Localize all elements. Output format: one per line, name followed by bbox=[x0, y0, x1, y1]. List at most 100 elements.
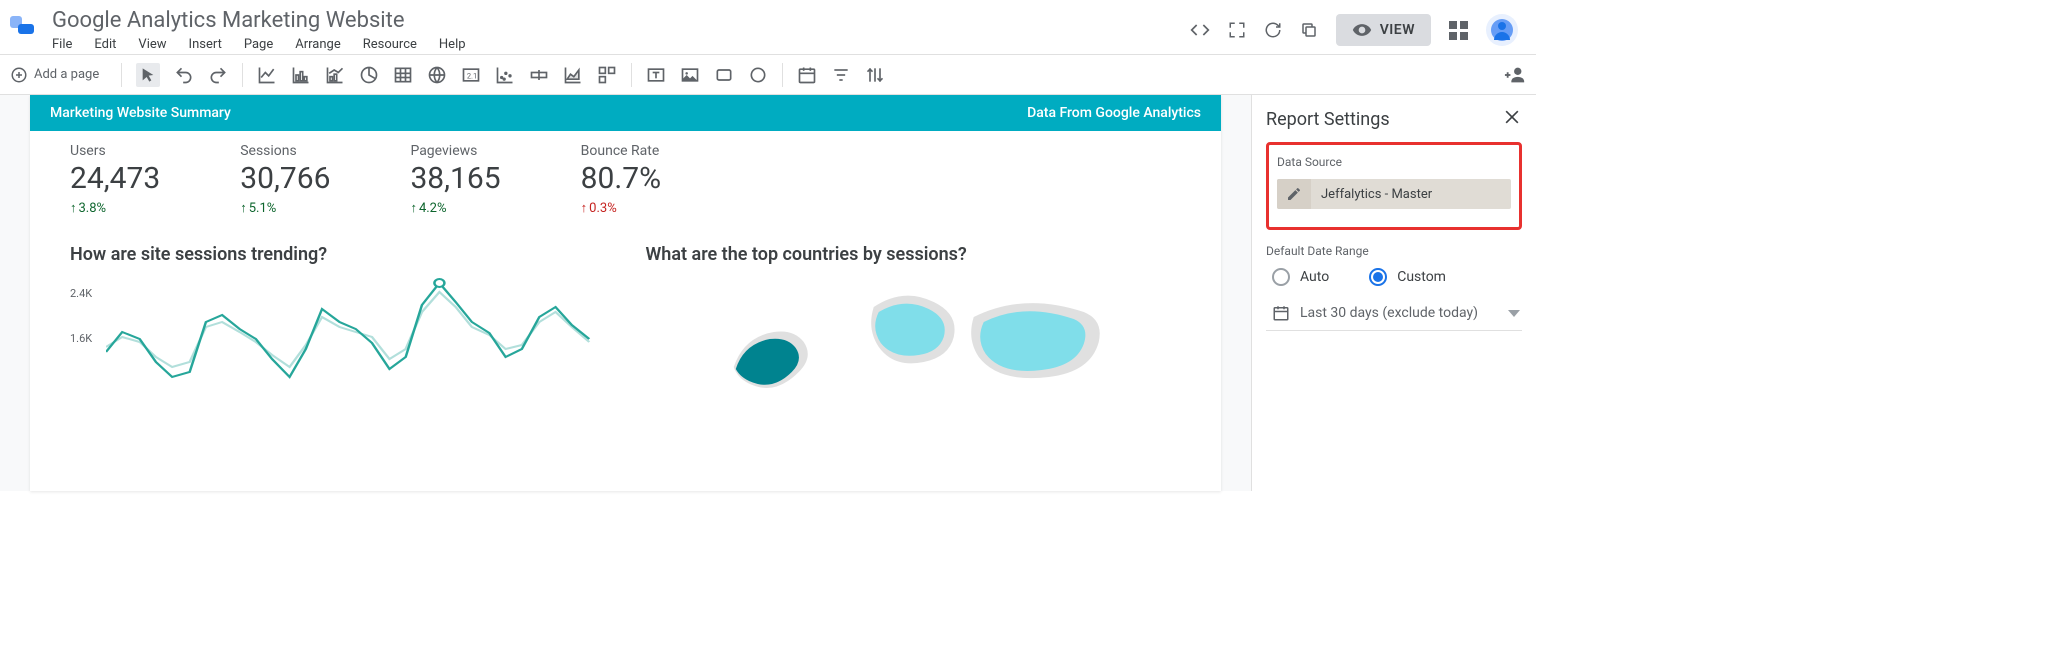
geo-chart-icon[interactable] bbox=[427, 65, 447, 85]
pivot-table-icon[interactable] bbox=[597, 65, 617, 85]
date-range-label: Default Date Range bbox=[1266, 244, 1522, 258]
radio-label: Auto bbox=[1300, 269, 1329, 285]
date-range-icon[interactable] bbox=[797, 65, 817, 85]
section-countries: What are the top countries by sessions? bbox=[646, 244, 1182, 427]
scorecard-icon[interactable]: 2.1 bbox=[461, 65, 481, 85]
scorecard-delta: 4.2% bbox=[410, 200, 500, 216]
date-range-radios: Auto Custom bbox=[1266, 268, 1522, 286]
combo-chart-icon[interactable] bbox=[325, 65, 345, 85]
bar-chart-icon[interactable] bbox=[291, 65, 311, 85]
title-block: Google Analytics Marketing Website File … bbox=[48, 6, 466, 58]
scorecard-sessions[interactable]: Sessions 30,766 5.1% bbox=[240, 143, 330, 216]
area-chart-icon[interactable] bbox=[563, 65, 583, 85]
image-icon[interactable] bbox=[680, 65, 700, 85]
section-title: What are the top countries by sessions? bbox=[646, 244, 1182, 265]
scorecard-row: Users 24,473 3.8% Sessions 30,766 5.1% P… bbox=[30, 131, 1221, 224]
document-title[interactable]: Google Analytics Marketing Website bbox=[48, 6, 466, 35]
menu-arrange[interactable]: Arrange bbox=[295, 37, 340, 52]
data-source-box: Data Source Jeffalytics - Master bbox=[1266, 142, 1522, 230]
menu-page[interactable]: Page bbox=[244, 37, 273, 52]
view-button[interactable]: VIEW bbox=[1336, 14, 1431, 46]
toolbar: Add a page 2.1 bbox=[0, 55, 1536, 95]
report-page: Marketing Website Summary Data From Goog… bbox=[30, 95, 1221, 491]
menu-help[interactable]: Help bbox=[439, 37, 466, 52]
data-source-label: Data Source bbox=[1277, 155, 1511, 169]
radio-auto[interactable]: Auto bbox=[1272, 268, 1329, 286]
map-svg bbox=[646, 277, 1182, 427]
banner-right: Data From Google Analytics bbox=[1027, 105, 1201, 121]
data-control-icon[interactable] bbox=[865, 65, 885, 85]
toolbar-separator bbox=[631, 63, 632, 87]
y-tick: 1.6K bbox=[70, 332, 92, 345]
undo-icon[interactable] bbox=[174, 65, 194, 85]
workspace: Marketing Website Summary Data From Goog… bbox=[0, 95, 1536, 491]
radio-label: Custom bbox=[1397, 269, 1446, 285]
menu-view[interactable]: View bbox=[138, 37, 166, 52]
radio-custom[interactable]: Custom bbox=[1369, 268, 1446, 286]
chevron-down-icon bbox=[1508, 310, 1520, 317]
toolbar-separator bbox=[242, 63, 243, 87]
pie-chart-icon[interactable] bbox=[359, 65, 379, 85]
table-chart-icon[interactable] bbox=[393, 65, 413, 85]
arrow-up-icon bbox=[410, 200, 417, 216]
geo-map[interactable] bbox=[646, 277, 1182, 427]
select-tool-icon[interactable] bbox=[136, 63, 160, 87]
radio-icon bbox=[1272, 268, 1290, 286]
scorecard-value: 38,165 bbox=[410, 161, 500, 196]
scorecard-label: Bounce Rate bbox=[581, 143, 661, 159]
bullet-chart-icon[interactable] bbox=[529, 65, 549, 85]
redo-icon[interactable] bbox=[208, 65, 228, 85]
add-page-label: Add a page bbox=[34, 67, 99, 82]
scorecard-users[interactable]: Users 24,473 3.8% bbox=[70, 143, 160, 216]
add-page-button[interactable]: Add a page bbox=[10, 66, 107, 84]
line-chart[interactable]: 2.4K 1.6K bbox=[70, 277, 606, 407]
fullscreen-icon[interactable] bbox=[1228, 21, 1246, 39]
data-source-select[interactable]: Jeffalytics - Master bbox=[1277, 179, 1511, 209]
embed-icon[interactable] bbox=[1190, 20, 1210, 40]
report-banner: Marketing Website Summary Data From Goog… bbox=[30, 95, 1221, 131]
scorecard-value: 30,766 bbox=[240, 161, 330, 196]
calendar-icon bbox=[1272, 304, 1290, 322]
report-sections: How are site sessions trending? 2.4K 1.6… bbox=[30, 224, 1221, 427]
eye-icon bbox=[1352, 20, 1372, 40]
filter-control-icon[interactable] bbox=[831, 65, 851, 85]
plus-circle-icon bbox=[10, 66, 28, 84]
menu-insert[interactable]: Insert bbox=[189, 37, 222, 52]
menu-edit[interactable]: Edit bbox=[94, 37, 116, 52]
svg-text:2.1: 2.1 bbox=[467, 71, 477, 80]
text-box-icon[interactable] bbox=[646, 65, 666, 85]
y-tick: 2.4K bbox=[70, 287, 92, 300]
menu-file[interactable]: File bbox=[52, 37, 72, 52]
add-people-icon[interactable] bbox=[1504, 64, 1526, 86]
scorecard-value: 80.7% bbox=[581, 161, 661, 196]
scorecard-pageviews[interactable]: Pageviews 38,165 4.2% bbox=[410, 143, 500, 216]
copy-icon[interactable] bbox=[1300, 21, 1318, 39]
apps-icon[interactable] bbox=[1449, 21, 1468, 40]
circle-icon[interactable] bbox=[748, 65, 768, 85]
edit-icon[interactable] bbox=[1277, 179, 1311, 209]
scorecard-bounce-rate[interactable]: Bounce Rate 80.7% 0.3% bbox=[581, 143, 661, 216]
scorecard-value: 24,473 bbox=[70, 161, 160, 196]
date-range-value: Last 30 days (exclude today) bbox=[1300, 305, 1478, 321]
line-chart-icon[interactable] bbox=[257, 65, 277, 85]
canvas[interactable]: Marketing Website Summary Data From Goog… bbox=[0, 95, 1251, 491]
account-avatar[interactable] bbox=[1486, 14, 1518, 46]
refresh-icon[interactable] bbox=[1264, 21, 1282, 39]
arrow-up-icon bbox=[240, 200, 247, 216]
scorecard-label: Users bbox=[70, 143, 160, 159]
date-range-select[interactable]: Last 30 days (exclude today) bbox=[1266, 300, 1522, 331]
arrow-up-icon bbox=[70, 200, 77, 216]
app-header: Google Analytics Marketing Website File … bbox=[0, 0, 1536, 55]
app-logo bbox=[10, 12, 38, 40]
panel-header: Report Settings bbox=[1266, 107, 1522, 132]
scorecard-delta: 5.1% bbox=[240, 200, 330, 216]
scatter-chart-icon[interactable] bbox=[495, 65, 515, 85]
arrow-up-icon bbox=[581, 200, 588, 216]
menu-resource[interactable]: Resource bbox=[363, 37, 417, 52]
chart-svg bbox=[106, 277, 606, 407]
scorecard-delta: 0.3% bbox=[581, 200, 661, 216]
view-button-label: VIEW bbox=[1380, 22, 1415, 38]
section-title: How are site sessions trending? bbox=[70, 244, 606, 265]
rectangle-icon[interactable] bbox=[714, 65, 734, 85]
close-icon[interactable] bbox=[1502, 107, 1522, 132]
